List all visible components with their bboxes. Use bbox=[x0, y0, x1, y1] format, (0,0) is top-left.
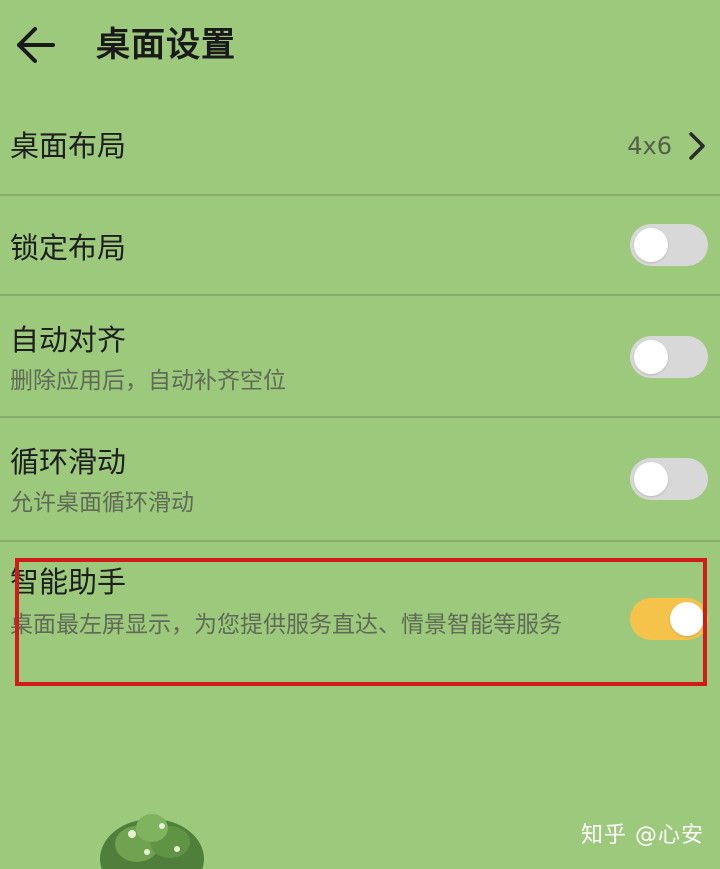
toggle-knob bbox=[634, 462, 668, 496]
plant-illustration bbox=[100, 814, 204, 869]
setting-subtitle: 桌面最左屏显示，为您提供服务直达、情景智能等服务 bbox=[10, 612, 562, 638]
back-button[interactable] bbox=[8, 18, 62, 72]
toggle-knob bbox=[634, 228, 668, 262]
smart-assistant-toggle[interactable] bbox=[630, 598, 708, 640]
setting-label: 桌面布局 bbox=[10, 129, 127, 163]
chevron-right-icon bbox=[689, 132, 705, 160]
lock-layout-toggle[interactable] bbox=[630, 224, 708, 266]
loop-scroll-toggle[interactable] bbox=[630, 458, 708, 500]
setting-label: 循环滑动 bbox=[10, 445, 127, 479]
app-header: 桌面设置 bbox=[0, 0, 720, 96]
setting-smart-assistant[interactable]: 智能助手 桌面最左屏显示，为您提供服务直达、情景智能等服务 bbox=[0, 542, 720, 692]
setting-auto-align[interactable]: 自动对齐 删除应用后，自动补齐空位 bbox=[0, 296, 720, 416]
auto-align-toggle[interactable] bbox=[630, 336, 708, 378]
watermark: 知乎 @心安 bbox=[581, 823, 704, 848]
toggle-knob bbox=[634, 340, 668, 374]
toggle-knob bbox=[670, 602, 704, 636]
setting-label: 智能助手 bbox=[10, 565, 127, 599]
page-title: 桌面设置 bbox=[96, 25, 236, 65]
setting-value: 4x6 bbox=[627, 132, 672, 160]
setting-lock-layout[interactable]: 锁定布局 bbox=[0, 196, 720, 294]
setting-desktop-layout[interactable]: 桌面布局 4x6 bbox=[0, 96, 720, 194]
setting-loop-scroll[interactable]: 循环滑动 允许桌面循环滑动 bbox=[0, 418, 720, 540]
setting-subtitle: 允许桌面循环滑动 bbox=[10, 490, 194, 516]
setting-label: 锁定布局 bbox=[10, 231, 127, 265]
setting-subtitle: 删除应用后，自动补齐空位 bbox=[10, 368, 286, 394]
setting-label: 自动对齐 bbox=[10, 323, 127, 357]
arrow-left-icon bbox=[17, 27, 55, 63]
